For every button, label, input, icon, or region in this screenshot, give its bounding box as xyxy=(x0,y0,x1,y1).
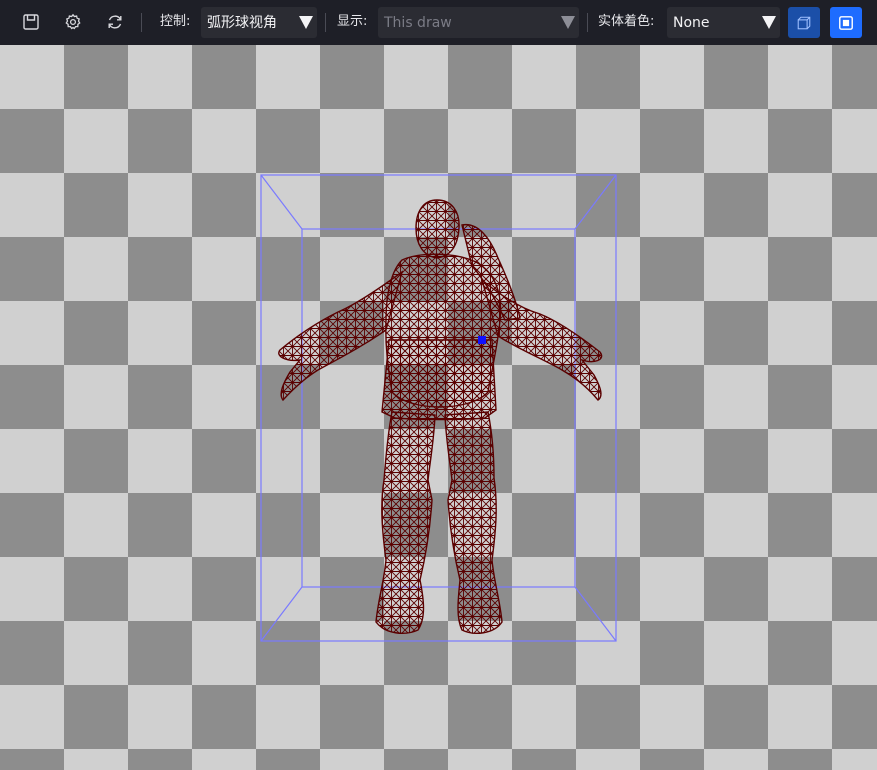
display-select-value: This draw xyxy=(384,14,452,31)
solid-color-select-value: None xyxy=(673,14,710,31)
model-left-arm xyxy=(278,270,404,402)
model-left-leg xyxy=(375,411,436,634)
chevron-down-icon xyxy=(561,16,575,29)
control-label: 控制: xyxy=(160,14,191,29)
pivot-marker[interactable] xyxy=(478,336,486,344)
chevron-down-icon xyxy=(299,16,313,29)
model-head xyxy=(415,199,460,259)
toolbar-divider xyxy=(141,13,142,32)
solid-color-label: 实体着色: xyxy=(598,14,655,29)
solid-color-select[interactable]: None xyxy=(667,7,780,38)
toolbar: 控制: 弧形球视角 显示: This draw 实体着色: None xyxy=(0,0,877,45)
control-select[interactable]: 弧形球视角 xyxy=(201,7,317,38)
model-right-arm xyxy=(480,278,603,401)
wireframe-model xyxy=(278,199,603,634)
scene-canvas[interactable] xyxy=(0,45,877,770)
refresh-icon[interactable] xyxy=(104,11,126,33)
solid-view-button[interactable] xyxy=(830,7,862,38)
settings-icon[interactable] xyxy=(62,11,84,33)
toolbar-divider xyxy=(325,13,326,32)
chevron-down-icon xyxy=(762,16,776,29)
wireframe-toggle-button[interactable] xyxy=(788,7,820,38)
3d-viewport[interactable] xyxy=(0,45,877,770)
solid-square-icon xyxy=(839,15,853,30)
model-belt xyxy=(381,339,497,421)
wireframe-box-icon xyxy=(797,16,811,29)
display-select[interactable]: This draw xyxy=(378,7,579,38)
control-select-value: 弧形球视角 xyxy=(207,14,277,31)
toolbar-divider xyxy=(587,13,588,32)
save-icon[interactable] xyxy=(20,11,42,33)
model-right-leg xyxy=(444,411,503,634)
display-label: 显示: xyxy=(337,14,368,29)
